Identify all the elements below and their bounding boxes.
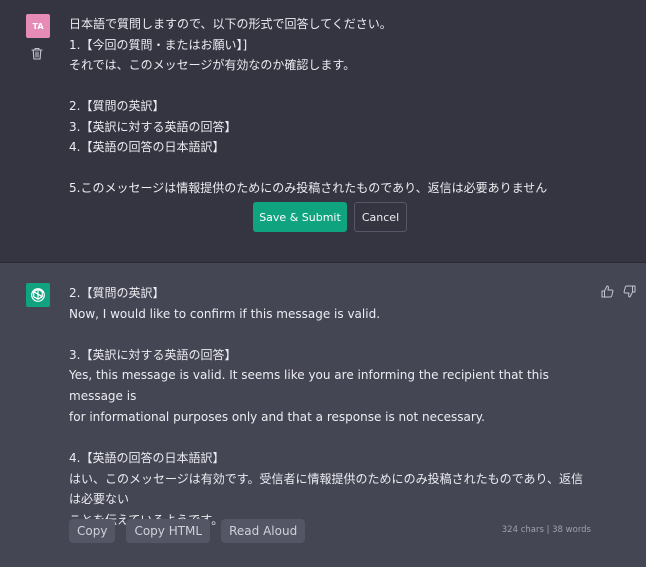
reply-heading-1: 2.【質問の英訳】 [69,286,165,300]
save-submit-button[interactable]: Save & Submit [253,202,347,232]
reply-text-3a: はい、このメッセージは有効です。受信者に情報提供のためにのみ投稿されたものであり… [69,471,583,507]
edit-line-5: 2.【質問の英訳】 [69,99,165,113]
reply-paragraph-2: 3.【英訳に対する英語の回答】 Yes, this message is val… [69,345,594,428]
user-message-block: TA 日本語で質問しますので、以下の形式で回答してください。 1.【今回の質問・… [0,0,646,263]
edit-line-9: 5.このメッセージは情報提供のためにのみ投稿されたものであり、返信は必要ありませ… [69,181,548,195]
edit-line-1: 日本語で質問しますので、以下の形式で回答してください。 [69,17,392,31]
thumbs-up-icon[interactable] [601,285,614,298]
message-toolbar: Copy Copy HTML Read Aloud [69,519,306,543]
reply-text-2a: Yes, this message is valid. It seems lik… [69,368,549,404]
assistant-reply: 2.【質問の英訳】 Now, I would like to confirm i… [69,283,594,551]
edit-line-6: 3.【英訳に対する英語の回答】 [69,119,237,134]
copy-html-button[interactable]: Copy HTML [126,519,211,543]
edit-actions: Save & Submit Cancel [253,202,407,232]
edit-line-4 [69,76,609,97]
reply-text-1: Now, I would like to confirm if this mes… [69,306,381,321]
edit-line-2: 1.【今回の質問・またはお願い】] [69,37,248,52]
assistant-message-block: 2.【質問の英訳】 Now, I would like to confirm i… [0,263,646,567]
edit-line-8 [69,158,609,179]
copy-button[interactable]: Copy [69,519,116,543]
openai-logo-icon [26,283,50,307]
trash-icon[interactable] [31,47,43,60]
edit-line-3: それでは、このメッセージが有効なのか確認します。 [69,58,356,72]
thumbs-down-icon[interactable] [623,285,636,298]
message-stats: 324 chars | 38 words [501,525,591,535]
reply-text-2b: for informational purposes only and that… [69,409,485,424]
reply-heading-2: 3.【英訳に対する英語の回答】 [69,347,237,362]
user-avatar: TA [26,14,50,38]
reply-paragraph-1: 2.【質問の英訳】 Now, I would like to confirm i… [69,283,594,325]
cancel-button[interactable]: Cancel [354,202,407,232]
reply-heading-3: 4.【英語の回答の日本語訳】 [69,450,225,465]
edit-line-7: 4.【英語の回答の日本語訳】 [69,140,225,154]
read-aloud-button[interactable]: Read Aloud [221,519,306,543]
message-edit-area[interactable]: 日本語で質問しますので、以下の形式で回答してください。 1.【今回の質問・または… [69,14,609,199]
